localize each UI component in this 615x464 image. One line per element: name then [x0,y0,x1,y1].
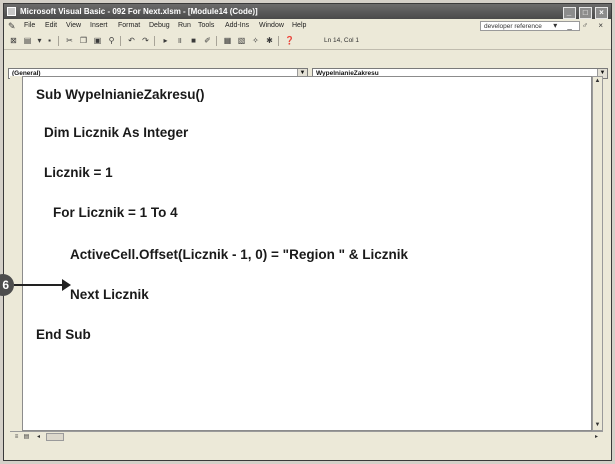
code-line-for[interactable]: For Licznik = 1 To 4 [53,205,178,220]
cut-icon[interactable]: ✂ [64,36,75,46]
minimize-button[interactable]: _ [562,7,576,19]
view-excel-icon[interactable]: ⊠ [8,36,19,46]
paste-icon[interactable]: ▣ [92,36,103,46]
code-line-sub[interactable]: Sub WypelnianieZakresu() [36,87,205,102]
code-editor[interactable]: Sub WypelnianieZakresu() Dim Licznik As … [22,76,592,431]
procedure-view-icon[interactable]: ≡ [12,433,21,442]
toolbar-separator [120,36,121,46]
undo-icon[interactable]: ↶ [126,36,137,46]
code-line-next[interactable]: Next Licznik [70,287,149,302]
menu-help[interactable]: Help [292,19,306,33]
title-bar: Microsoft Visual Basic - 092 For Next.xl… [4,4,611,19]
copy-icon[interactable]: ❐ [78,36,89,46]
code-line-offset[interactable]: ActiveCell.Offset(Licznik - 1, 0) = "Reg… [70,247,408,262]
break-icon[interactable]: ॥ [174,36,185,46]
toolbar-separator [216,36,217,46]
toolbar-separator [58,36,59,46]
vba-menu-icon[interactable]: ✎ [8,21,18,31]
close-button[interactable]: × [595,7,608,19]
full-module-view-icon[interactable]: ▤ [22,433,31,442]
toolbox-icon[interactable]: ✱ [264,36,275,46]
redo-icon[interactable]: ↷ [140,36,151,46]
menu-view[interactable]: View [66,19,81,33]
object-browser-icon[interactable]: ✧ [250,36,261,46]
reset-icon[interactable]: ■ [188,36,199,46]
standard-toolbar: ⊠ ▤ ▾ ▪ ✂ ❐ ▣ ⚲ ↶ ↷ ▸ ॥ ■ ✐ ▦ ▧ ✧ ✱ ❓ Ln… [4,33,611,50]
mdi-controls[interactable]: ▾ _ ♂ × [553,19,607,33]
menu-window[interactable]: Window [259,19,284,33]
scroll-down-icon[interactable]: ▼ [593,421,602,430]
callout-arrow-head-icon [62,279,71,291]
window-controls: _ □ × [562,5,608,19]
maximize-button[interactable]: □ [578,7,592,19]
menu-file[interactable]: File [24,19,35,33]
menu-format[interactable]: Format [118,19,140,33]
toolbar-separator [154,36,155,46]
design-mode-icon[interactable]: ✐ [202,36,213,46]
menu-run[interactable]: Run [178,19,191,33]
save-icon[interactable]: ▪ [44,36,55,46]
menu-tools[interactable]: Tools [198,19,214,33]
vertical-scrollbar[interactable]: ▲ ▼ [592,76,603,431]
window-title: Microsoft Visual Basic - 092 For Next.xl… [20,7,258,16]
vba-app-icon [7,7,16,16]
menu-debug[interactable]: Debug [149,19,170,33]
margin-indicator-bar[interactable] [10,76,22,431]
code-line-dim[interactable]: Dim Licznik As Integer [44,125,188,140]
find-icon[interactable]: ⚲ [106,36,117,46]
code-line-end-sub[interactable]: End Sub [36,327,91,342]
menu-bar: ✎ File Edit View Insert Format Debug Run… [4,19,611,33]
scroll-up-icon[interactable]: ▲ [593,77,602,86]
horizontal-scrollbar-area: ≡ ▤ ◂ ▸ [10,431,603,443]
run-icon[interactable]: ▸ [160,36,171,46]
menu-insert[interactable]: Insert [90,19,108,33]
properties-icon[interactable]: ▧ [236,36,247,46]
code-line-assign[interactable]: Licznik = 1 [44,165,113,180]
toolbar-separator [278,36,279,46]
horizontal-scroll-thumb[interactable] [46,433,64,441]
project-explorer-icon[interactable]: ▦ [222,36,233,46]
menu-addins[interactable]: Add-Ins [225,19,249,33]
help-icon[interactable]: ❓ [284,36,295,46]
scroll-left-icon[interactable]: ◂ [34,433,43,442]
scroll-right-icon[interactable]: ▸ [592,433,601,442]
callout-arrow-line [14,284,64,286]
insert-module-icon[interactable]: ▤ [22,36,33,46]
cursor-position-status: Ln 14, Col 1 [324,37,360,44]
menu-edit[interactable]: Edit [45,19,57,33]
